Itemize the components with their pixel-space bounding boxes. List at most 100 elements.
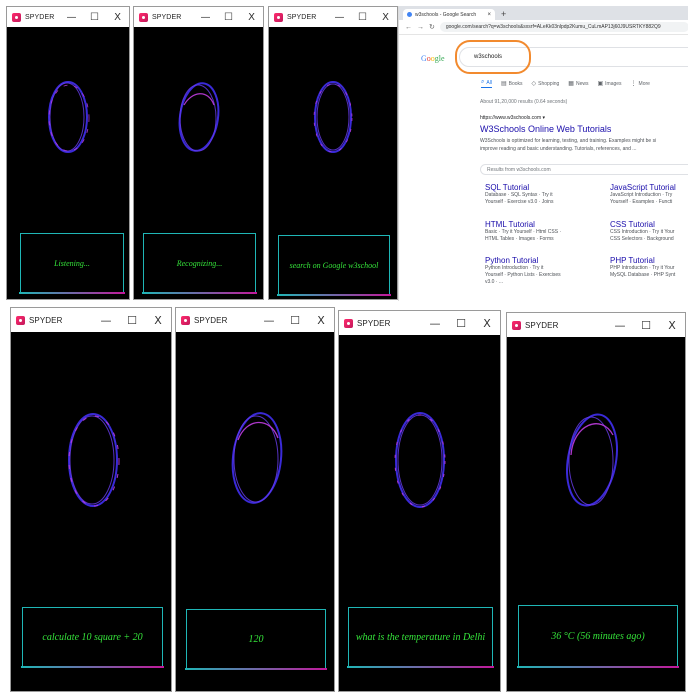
window-titlebar[interactable]: SPYDER — ☐ X <box>11 308 171 332</box>
app-icon <box>139 12 148 22</box>
close-button[interactable]: X <box>474 317 500 330</box>
maximize-button[interactable]: ☐ <box>217 12 240 23</box>
sitelink-title[interactable]: HTML Tutorial <box>485 220 561 229</box>
window-title: SPYDER <box>357 318 391 328</box>
sitelink-title[interactable]: SQL Tutorial <box>485 183 553 192</box>
window-titlebar[interactable]: SPYDER — ☐ X <box>507 313 685 337</box>
close-button[interactable]: X <box>145 314 171 327</box>
window-body: calculate 10 square + 20 <box>11 332 171 691</box>
tab-news[interactable]: ▦ News <box>568 79 588 88</box>
new-tab-button[interactable]: + <box>501 9 506 19</box>
app-icon <box>274 12 283 22</box>
window-titlebar[interactable]: SPYDER — ☐ X <box>176 308 334 332</box>
sitelink[interactable]: HTML Tutorial Basic · Try it Yourself · … <box>485 220 561 243</box>
sitelink-title[interactable]: JavaScript Tutorial <box>610 183 676 192</box>
site-search-input[interactable]: Results from w3schools.com <box>480 164 688 175</box>
result-title-link[interactable]: W3Schools Online Web Tutorials <box>480 124 611 134</box>
window-body: what is the temperature in Delhi <box>339 335 500 691</box>
sitelink-desc: Yourself · Exercise v3.0 · Joins <box>485 199 554 205</box>
sitelink-desc: MySQL Database · PHP Synt <box>610 272 676 278</box>
maximize-button[interactable]: ☐ <box>83 12 106 23</box>
google-logo[interactable]: Google <box>421 54 445 63</box>
status-message-box: search on Google w3school <box>277 235 391 296</box>
window-body: search on Google w3school <box>269 27 397 299</box>
logo-letter: gle <box>434 54 445 63</box>
tab-label: More <box>638 80 650 87</box>
browser-tab-bar: w3schools - Google Search × + <box>399 6 688 20</box>
minimize-button[interactable]: — <box>194 12 217 23</box>
maximize-button[interactable]: ☐ <box>351 12 374 23</box>
window-titlebar[interactable]: SPYDER — ☐ X <box>269 7 397 27</box>
window-body: 120 <box>176 332 334 691</box>
tab-label: All <box>486 79 492 86</box>
maximize-button[interactable]: ☐ <box>119 314 145 327</box>
search-icon: ⌕ <box>481 79 485 85</box>
close-button[interactable]: X <box>308 314 334 327</box>
window-title: SPYDER <box>525 320 559 330</box>
forward-icon[interactable]: → <box>417 24 424 31</box>
close-button[interactable]: X <box>659 319 685 332</box>
close-tab-icon[interactable]: × <box>487 12 491 18</box>
minimize-button[interactable]: — <box>93 314 119 327</box>
maximize-button[interactable]: ☐ <box>633 319 659 332</box>
window-titlebar[interactable]: SPYDER — ☐ X <box>339 311 500 335</box>
sitelink-title[interactable]: PHP Tutorial <box>610 256 675 265</box>
maximize-button[interactable]: ☐ <box>282 314 308 327</box>
tab-books[interactable]: ▤ Books <box>501 79 523 88</box>
sitelink[interactable]: Python Tutorial Python Introduction · Tr… <box>485 256 561 286</box>
sitelink-desc: v3.0 · ... <box>485 279 504 285</box>
voice-orb-animation <box>231 412 283 504</box>
tab-more[interactable]: ⋮ More <box>631 79 650 88</box>
tab-label: Books <box>508 80 523 87</box>
window-titlebar[interactable]: SPYDER — ☐ X <box>134 7 263 27</box>
sitelink[interactable]: CSS Tutorial CSS Introduction · Try it Y… <box>610 220 674 243</box>
sitelink[interactable]: PHP Tutorial PHP Introduction · Try it Y… <box>610 256 675 279</box>
google-favicon-icon <box>407 12 412 17</box>
sitelink-desc: Database · SQL Syntax · Try it <box>485 192 553 198</box>
status-message-box: Recognizing... <box>142 233 257 294</box>
browser-tab[interactable]: w3schools - Google Search × <box>403 9 495 20</box>
result-url[interactable]: https://www.w3schools.com ▾ <box>480 115 545 121</box>
book-icon: ▤ <box>500 81 507 87</box>
browser-window: w3schools - Google Search × + ← → ↻ goog… <box>398 6 688 301</box>
back-icon[interactable]: ← <box>405 24 412 31</box>
tab-all[interactable]: ⌕ All <box>481 79 492 88</box>
close-button[interactable]: X <box>106 12 129 23</box>
result-count: About 91,20,000 results (0.64 seconds) <box>480 99 568 105</box>
close-button[interactable]: X <box>240 12 263 23</box>
maximize-button[interactable]: ☐ <box>448 317 474 330</box>
window-titlebar[interactable]: SPYDER — ☐ X <box>7 7 129 27</box>
search-tabs: ⌕ All ▤ Books ◇ Shopping ▦ News ▣ Images ⋮ Mor… <box>481 79 659 88</box>
search-highlight-circle <box>455 40 531 74</box>
window-title: SPYDER <box>194 315 228 325</box>
minimize-button[interactable]: — <box>256 314 282 327</box>
sitelink-title[interactable]: Python Tutorial <box>485 256 561 265</box>
voice-orb-animation <box>178 82 220 152</box>
sitelink-desc: CSS Selectors · Background <box>610 236 674 242</box>
tab-shopping[interactable]: ◇ Shopping <box>532 79 560 88</box>
sitelink[interactable]: JavaScript Tutorial JavaScript Introduct… <box>610 183 676 206</box>
spyder-window-listening: SPYDER — ☐ X Listening... <box>6 6 130 300</box>
minimize-button[interactable]: — <box>60 12 83 23</box>
window-title: SPYDER <box>152 13 182 21</box>
tab-title: w3schools - Google Search <box>415 11 477 18</box>
spyder-window-search: SPYDER — ☐ X search on Google w3school <box>268 6 398 300</box>
status-message-box: Listening... <box>19 233 125 294</box>
url-input[interactable]: google.com/search?q=w3schools&sxsrf=ALeK… <box>439 22 688 32</box>
sitelink-title[interactable]: CSS Tutorial <box>610 220 674 229</box>
tab-images[interactable]: ▣ Images <box>597 79 621 88</box>
sitelink-desc: Python Introduction · Try it <box>485 265 544 271</box>
sitelink[interactable]: SQL Tutorial Database · SQL Syntax · Try… <box>485 183 553 206</box>
minimize-button[interactable]: — <box>607 319 633 332</box>
sitelink-desc: Basic · Try it Yourself · Html CSS · <box>485 229 562 235</box>
minimize-button[interactable]: — <box>328 12 351 23</box>
close-button[interactable]: X <box>374 12 397 23</box>
spyder-window-temperature-query: SPYDER — ☐ X what is the temperature in … <box>338 310 501 692</box>
voice-orb-animation <box>68 413 120 507</box>
voice-orb-animation <box>313 81 353 153</box>
reload-icon[interactable]: ↻ <box>429 23 435 31</box>
minimize-button[interactable]: — <box>422 317 448 330</box>
more-dots-icon: ⋮ <box>630 81 637 87</box>
spyder-window-calculate: SPYDER — ☐ X calculate 10 square + 20 <box>10 307 172 692</box>
snippet-line: improve reading and basic understanding.… <box>480 146 637 152</box>
